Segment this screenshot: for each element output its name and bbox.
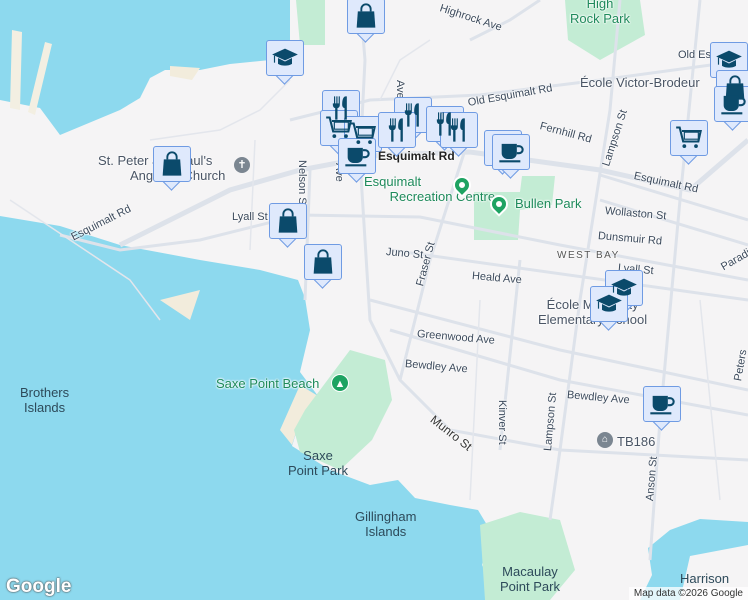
- label-saxe-point-park: Saxe Point Park: [288, 448, 348, 478]
- marker-restaurant[interactable]: [440, 112, 478, 158]
- label-ecole-victor-brodeur: École Victor-Brodeur: [580, 75, 700, 90]
- label-old-es: Old Es: [678, 49, 712, 61]
- coffee-icon: [343, 142, 371, 170]
- label-brothers-islands: Brothers Islands: [20, 385, 70, 415]
- museum-icon[interactable]: ⌂: [597, 432, 613, 448]
- marker-coffee[interactable]: [643, 386, 681, 432]
- marker-shopping[interactable]: [153, 146, 191, 192]
- label-recreation-centre: Esquimalt Recreation Centre: [364, 174, 496, 204]
- restaurant-icon: [445, 116, 473, 144]
- marker-school[interactable]: [590, 286, 628, 332]
- marker-shopping-cart[interactable]: [670, 120, 708, 166]
- shopping-bag-icon: [158, 150, 186, 178]
- label-tb186: TB186: [617, 434, 656, 449]
- marker-shopping[interactable]: [304, 244, 342, 290]
- label-gillingham-islands: Gillingham Islands: [355, 509, 417, 539]
- label-bullen-park: Bullen Park: [515, 196, 582, 211]
- label-nelson-st: Nelson St: [296, 160, 308, 208]
- park-top: [296, 0, 325, 45]
- marker-coffee[interactable]: [492, 134, 530, 180]
- school-icon: [271, 44, 299, 72]
- marker-shopping[interactable]: [347, 0, 385, 44]
- map-attribution[interactable]: Map data ©2026 Google: [628, 587, 748, 600]
- restaurant-icon: [383, 116, 411, 144]
- coffee-icon: [648, 390, 676, 418]
- beach-tree-icon[interactable]: ▲: [331, 374, 349, 392]
- church-icon[interactable]: ✝: [234, 157, 250, 173]
- marker-coffee[interactable]: [714, 86, 748, 132]
- shopping-bag-icon: [352, 2, 380, 30]
- marker-restaurant[interactable]: [378, 112, 416, 158]
- coffee-icon: [497, 138, 525, 166]
- label-high-rock-park: High Rock Park: [570, 0, 630, 26]
- shopping-bag-icon: [309, 248, 337, 276]
- coffee-icon: [719, 90, 747, 118]
- shopping-cart-icon: [675, 124, 703, 152]
- label-kinver-st: Kinver St: [496, 400, 508, 445]
- school-icon: [595, 290, 623, 318]
- label-ave-2: Ave: [394, 80, 406, 99]
- label-harrison: Harrison: [680, 571, 730, 586]
- marker-school[interactable]: [266, 40, 304, 86]
- google-logo[interactable]: Google: [6, 576, 71, 598]
- label-lyall-st-west: Lyall St: [232, 211, 268, 223]
- school-icon: [715, 46, 743, 74]
- label-west-bay: WEST BAY: [557, 250, 620, 261]
- shopping-bag-icon: [274, 207, 302, 235]
- label-macaulay-point-park: Macaulay Point Park: [500, 564, 560, 594]
- marker-coffee[interactable]: [338, 138, 376, 184]
- marker-shopping[interactable]: [269, 203, 307, 249]
- label-saxe-point-beach: Saxe Point Beach: [216, 376, 320, 391]
